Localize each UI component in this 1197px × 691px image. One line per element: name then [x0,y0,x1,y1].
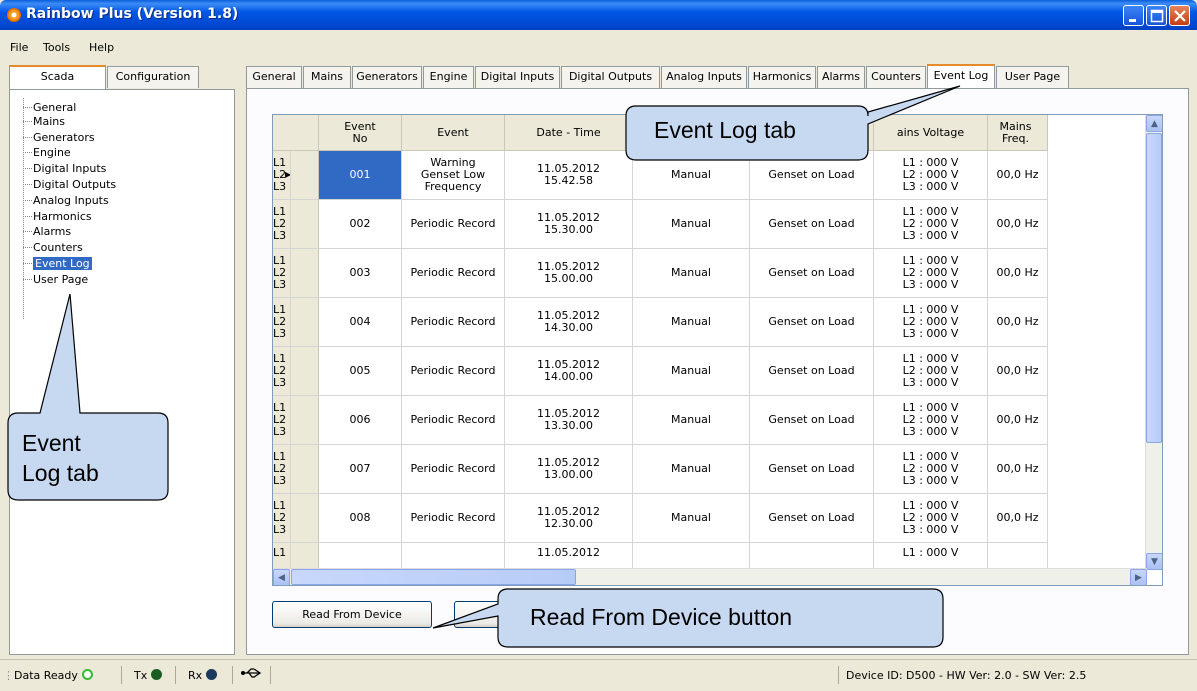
callout-line: Log tab [22,460,99,486]
callout-event-log-left-text: Event Log tab [22,428,99,488]
annotation-overlay [7,85,961,648]
callout-read-button-text: Read From Device button [530,604,793,630]
callout-event-log-top-text: Event Log tab [654,117,796,143]
callout-line: Event [22,430,81,456]
